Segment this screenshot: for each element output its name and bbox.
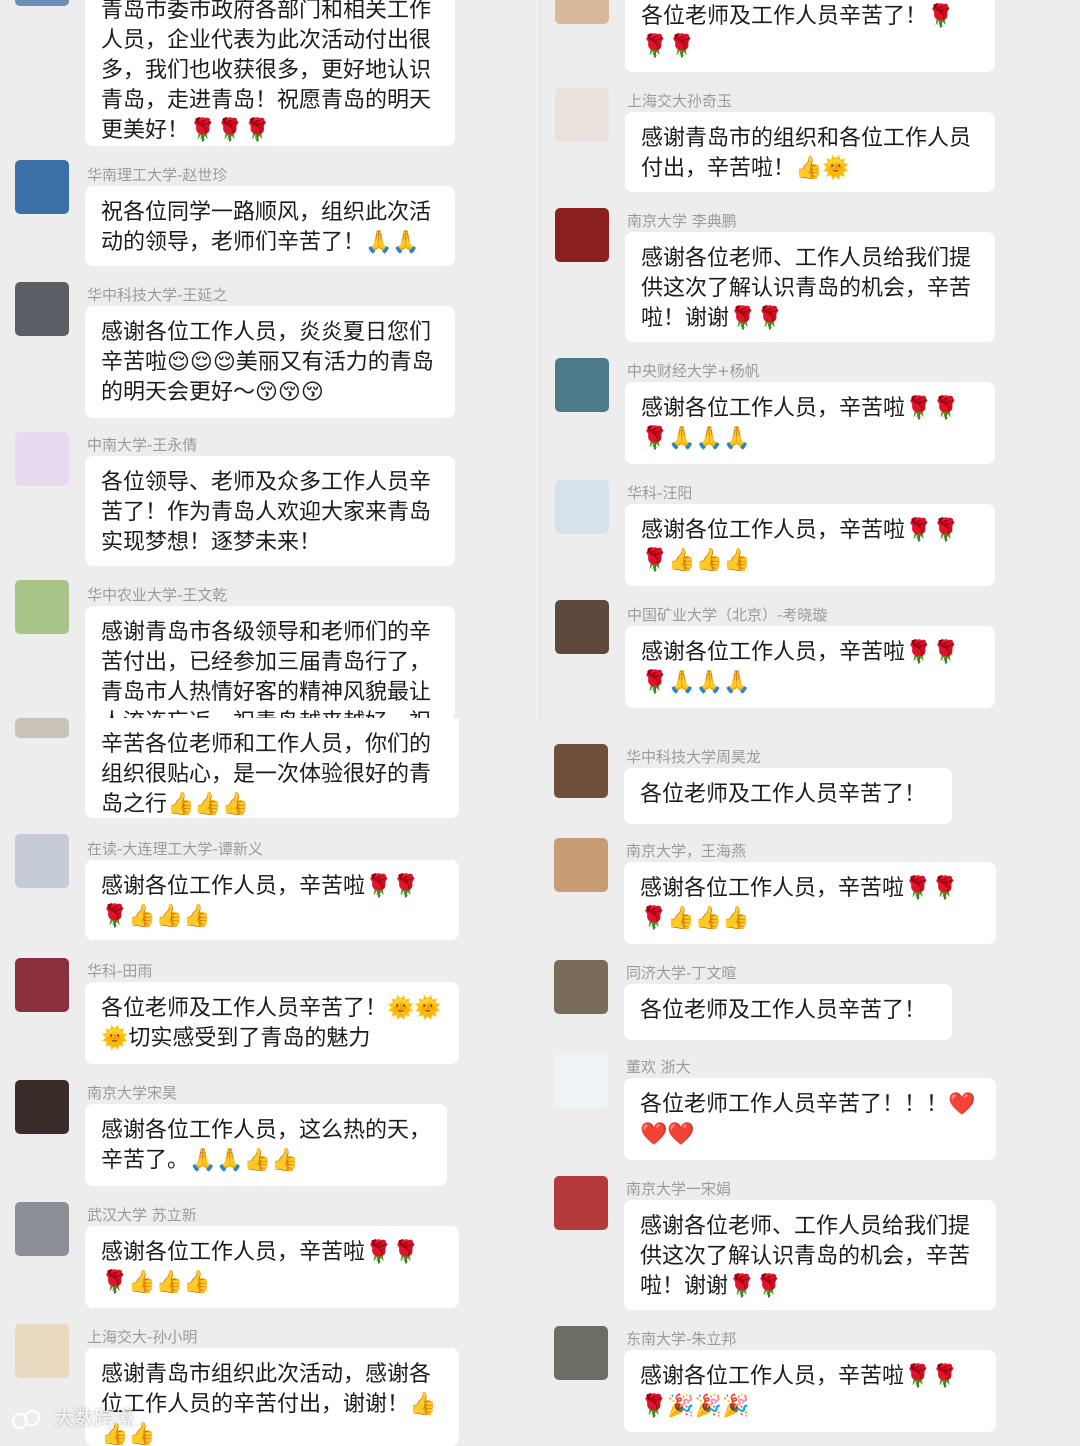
avatar[interactable]	[555, 88, 609, 142]
watermark: 大数跨境	[10, 1402, 134, 1431]
message-bubble[interactable]: 感谢各位工作人员，这么热的天，辛苦了。🙏🙏👍👍	[85, 1104, 447, 1186]
sender-name: 上海交大孙奇玉	[627, 92, 733, 110]
message-bubble[interactable]: 感谢青岛市各级领导和老师们的辛苦付出，已经参加三届青岛行了，青岛市人热情好客的精…	[85, 606, 455, 720]
left-chat-column: 青岛市委市政府各部门和相关工作人员，企业代表为此次活动付出很多，我们也收获很多，…	[0, 0, 540, 1446]
message-bubble[interactable]: 感谢各位工作人员，辛苦啦🌹🌹🌹🙏🙏🙏	[625, 382, 995, 464]
avatar[interactable]	[15, 282, 69, 336]
message-text: 感谢各位工作人员，辛苦啦🌹🌹🌹🙏🙏🙏	[641, 640, 960, 695]
sender-name: 上海交大-孙小明	[87, 1328, 198, 1346]
message-text: 各位老师及工作人员辛苦了！🌹🌹🌹	[641, 4, 955, 59]
message-text: 感谢各位工作人员，辛苦啦🌹🌹🌹🎉🎉🎉	[640, 1364, 959, 1419]
message-text: 感谢各位工作人员，辛苦啦🌹🌹🌹👍👍👍	[101, 874, 420, 929]
message-text: 感谢各位老师、工作人员给我们提供这次了解认识青岛的机会，辛苦啦！谢谢🌹🌹	[641, 246, 972, 331]
message-bubble[interactable]: 感谢各位老师、工作人员给我们提供这次了解认识青岛的机会，辛苦啦！谢谢🌹🌹	[624, 1200, 996, 1310]
avatar[interactable]	[555, 480, 609, 534]
sender-name: 中南大学-王永倩	[87, 436, 198, 454]
message-bubble[interactable]: 感谢各位工作人员，辛苦啦🌹🌹🌹👍👍👍	[85, 860, 459, 940]
avatar[interactable]	[554, 744, 608, 798]
message-bubble[interactable]: 各位老师及工作人员辛苦了！	[624, 984, 952, 1040]
message-text: 青岛市委市政府各部门和相关工作人员，企业代表为此次活动付出很多，我们也收获很多，…	[101, 0, 432, 143]
message-text: 感谢各位工作人员，炎炎夏日您们辛苦啦😌😌😌美丽又有活力的青岛的明天会更好～😚😚😚	[101, 320, 434, 405]
sender-name: 华中农业大学-王文乾	[87, 586, 228, 604]
avatar[interactable]	[15, 958, 69, 1012]
message-text: 感谢各位老师、工作人员给我们提供这次了解认识青岛的机会，辛苦啦！谢谢🌹🌹	[640, 1214, 971, 1299]
message-text: 祝各位同学一路顺风，组织此次活动的领导，老师们辛苦了！🙏🙏	[101, 200, 432, 255]
message-text: 各位老师及工作人员辛苦了！	[640, 782, 927, 807]
sender-name: 华科-汪阳	[627, 484, 693, 502]
message-bubble[interactable]: 各位老师及工作人员辛苦了！🌹🌹🌹	[625, 0, 995, 72]
message-bubble[interactable]: 感谢各位工作人员，辛苦啦🌹🌹🌹🎉🎉🎉	[624, 1350, 996, 1432]
sender-name: 董欢 浙大	[626, 1058, 691, 1076]
message-text: 感谢各位工作人员，辛苦啦🌹🌹🌹🙏🙏🙏	[641, 396, 960, 451]
avatar[interactable]	[15, 432, 69, 486]
message-text: 感谢青岛市各级领导和老师们的辛苦付出，已经参加三届青岛行了，青岛市人热情好客的精…	[101, 620, 432, 720]
avatar[interactable]	[554, 1176, 608, 1230]
message-text: 感谢各位工作人员，辛苦啦🌹🌹🌹👍👍👍	[640, 876, 959, 931]
avatar[interactable]	[15, 718, 69, 738]
avatar[interactable]	[15, 834, 69, 888]
message-bubble[interactable]: 感谢各位工作人员，辛苦啦🌹🌹🌹👍👍👍	[85, 1226, 459, 1308]
message-text: 各位老师工作人员辛苦了！！！❤️❤️❤️	[640, 1092, 976, 1147]
sender-name: 同济大学-丁文暄	[626, 964, 737, 982]
sender-name: 武汉大学 苏立新	[87, 1206, 197, 1224]
message-text: 感谢青岛市组织此次活动，感谢各位工作人员的辛苦付出，谢谢！👍👍👍	[101, 1362, 437, 1446]
sender-name: 华中科技大学周昊龙	[626, 748, 762, 766]
message-text: 各位老师及工作人员辛苦了！	[640, 998, 927, 1023]
avatar[interactable]	[15, 1202, 69, 1256]
avatar[interactable]	[554, 1326, 608, 1380]
avatar[interactable]	[15, 0, 69, 6]
message-text: 辛苦各位老师和工作人员，你们的组织很贴心，是一次体验很好的青岛之行👍👍👍	[101, 732, 432, 817]
avatar[interactable]	[15, 580, 69, 634]
cloud-logo-icon	[12, 1409, 40, 1429]
message-bubble[interactable]: 各位老师工作人员辛苦了！！！❤️❤️❤️	[624, 1078, 996, 1160]
message-bubble[interactable]: 各位老师及工作人员辛苦了！🌞🌞🌞切实感受到了青岛的魅力	[85, 982, 459, 1064]
sender-name: 东南大学-朱立邦	[626, 1330, 737, 1348]
avatar[interactable]	[555, 0, 609, 24]
sender-name: 华科-田雨	[87, 962, 153, 980]
message-text: 感谢各位工作人员，这么热的天，辛苦了。🙏🙏👍👍	[101, 1118, 432, 1173]
avatar[interactable]	[555, 600, 609, 654]
sender-name: 中央财经大学+杨帆	[627, 362, 760, 380]
avatar[interactable]	[15, 1080, 69, 1134]
message-bubble[interactable]: 青岛市委市政府各部门和相关工作人员，企业代表为此次活动付出很多，我们也收获很多，…	[85, 0, 455, 146]
avatar[interactable]	[554, 838, 608, 892]
sender-name: 中国矿业大学（北京）-考晓璇	[627, 606, 828, 624]
message-text: 感谢各位工作人员，辛苦啦🌹🌹🌹👍👍👍	[641, 518, 960, 573]
right-chat-column: 各位老师及工作人员辛苦了！🌹🌹🌹 上海交大孙奇玉 感谢青岛市的组织和各位工作人员…	[540, 0, 1080, 1439]
message-bubble[interactable]: 感谢各位工作人员，辛苦啦🌹🌹🌹👍👍👍	[624, 862, 996, 944]
avatar[interactable]	[554, 1054, 608, 1108]
avatar[interactable]	[15, 160, 69, 214]
message-bubble[interactable]: 感谢各位工作人员，辛苦啦🌹🌹🌹🙏🙏🙏	[625, 626, 995, 708]
message-bubble[interactable]: 祝各位同学一路顺风，组织此次活动的领导，老师们辛苦了！🙏🙏	[85, 186, 455, 266]
sender-name: 南京大学，王海燕	[626, 842, 747, 860]
sender-name: 南京大学 李典鹏	[627, 212, 737, 230]
message-bubble[interactable]: 感谢各位老师、工作人员给我们提供这次了解认识青岛的机会，辛苦啦！谢谢🌹🌹	[625, 232, 995, 342]
message-bubble[interactable]: 各位领导、老师及众多工作人员辛苦了！作为青岛人欢迎大家来青岛实现梦想！逐梦未来！	[85, 456, 455, 566]
message-bubble[interactable]: 感谢青岛市组织此次活动，感谢各位工作人员的辛苦付出，谢谢！👍👍👍	[85, 1348, 459, 1446]
message-bubble[interactable]: 感谢各位工作人员，辛苦啦🌹🌹🌹👍👍👍	[625, 504, 995, 586]
message-text: 各位老师及工作人员辛苦了！🌞🌞🌞切实感受到了青岛的魅力	[101, 996, 442, 1051]
avatar[interactable]	[555, 358, 609, 412]
message-text: 感谢各位工作人员，辛苦啦🌹🌹🌹👍👍👍	[101, 1240, 420, 1295]
sender-name: 华中科技大学-王延之	[87, 286, 228, 304]
message-bubble[interactable]: 各位老师及工作人员辛苦了！	[624, 768, 952, 824]
message-bubble[interactable]: 辛苦各位老师和工作人员，你们的组织很贴心，是一次体验很好的青岛之行👍👍👍	[85, 718, 459, 818]
message-bubble[interactable]: 感谢各位工作人员，炎炎夏日您们辛苦啦😌😌😌美丽又有活力的青岛的明天会更好～😚😚😚	[85, 306, 455, 418]
sender-name: 南京大学一宋娟	[626, 1180, 732, 1198]
message-bubble[interactable]: 感谢青岛市的组织和各位工作人员付出，辛苦啦！👍🌞	[625, 112, 995, 192]
sender-name: 在读-大连理工大学-谭新义	[87, 840, 263, 858]
avatar[interactable]	[555, 208, 609, 262]
message-text: 感谢青岛市的组织和各位工作人员付出，辛苦啦！👍🌞	[641, 126, 972, 181]
watermark-text: 大数跨境	[54, 1406, 135, 1430]
message-text: 各位领导、老师及众多工作人员辛苦了！作为青岛人欢迎大家来青岛实现梦想！逐梦未来！	[101, 470, 432, 555]
sender-name: 南京大学宋昊	[87, 1084, 178, 1102]
avatar[interactable]	[15, 1324, 69, 1378]
sender-name: 华南理工大学-赵世珍	[87, 166, 228, 184]
avatar[interactable]	[554, 960, 608, 1014]
